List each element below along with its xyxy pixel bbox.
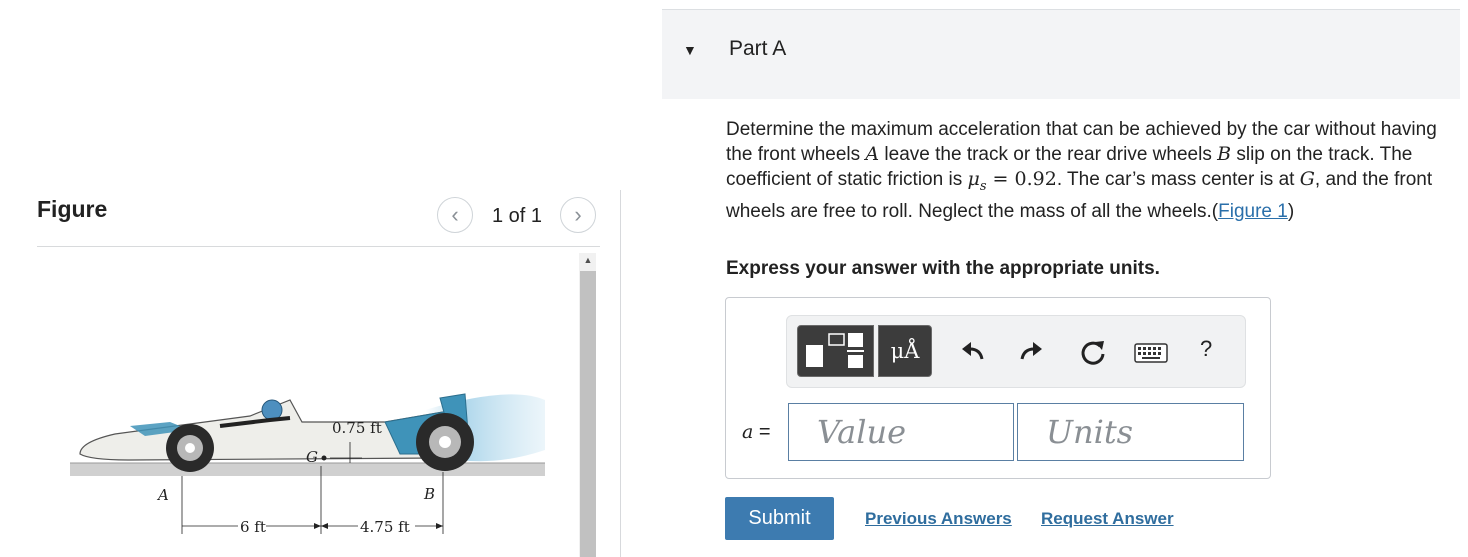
figure-title: Figure xyxy=(37,196,108,222)
previous-answers-link[interactable]: Previous Answers xyxy=(865,509,1012,529)
chevron-right-icon: › xyxy=(574,202,582,227)
redo-icon xyxy=(1020,342,1042,360)
keyboard-icon xyxy=(1134,343,1168,363)
request-answer-link[interactable]: Request Answer xyxy=(1041,509,1174,529)
rear-wheel xyxy=(416,413,474,471)
reset-button[interactable] xyxy=(1076,336,1110,370)
undo-icon xyxy=(962,342,984,360)
submit-button[interactable]: Submit xyxy=(725,497,834,540)
figure-divider xyxy=(37,246,600,247)
symbols-button[interactable]: μÅ xyxy=(878,325,932,377)
part-title: Part A xyxy=(729,37,787,60)
templates-button[interactable] xyxy=(797,325,874,377)
driver-helmet xyxy=(261,399,283,421)
panel-separator xyxy=(620,190,621,557)
figure-counter: 1 of 1 xyxy=(492,205,543,227)
reset-icon xyxy=(1081,341,1105,365)
front-wheel-label: A xyxy=(156,486,169,504)
units-input[interactable]: Units xyxy=(1017,403,1244,461)
undo-button[interactable] xyxy=(958,337,988,367)
collapse-triangle-icon[interactable]: ▼ xyxy=(683,42,697,58)
problem-statement: Determine the maximum acceleration that … xyxy=(726,119,1437,222)
next-figure-button[interactable]: › xyxy=(560,197,596,233)
value-input[interactable]: Value xyxy=(788,403,1014,461)
symbols-label: μÅ xyxy=(890,339,920,363)
dimension-right-label: 4.75 ft xyxy=(360,518,410,536)
mass-center-label: G xyxy=(306,448,318,466)
race-car-figure: 0.75 ft G A B 6 ft 4.75 ft xyxy=(70,393,545,536)
keyboard-button[interactable] xyxy=(1134,342,1168,364)
help-button[interactable]: ? xyxy=(1200,336,1212,362)
scroll-up-arrow-icon[interactable]: ▲ xyxy=(580,253,596,267)
mass-center-dot xyxy=(321,455,327,461)
templates-icon xyxy=(805,333,864,368)
prev-figure-button[interactable]: ‹ xyxy=(437,197,473,233)
dimension-left-label: 6 ft xyxy=(240,518,266,536)
figure-link[interactable]: Figure 1 xyxy=(1218,201,1288,222)
front-wheel xyxy=(166,424,214,472)
scrollbar-thumb[interactable] xyxy=(580,271,596,557)
rear-wheel-label: B xyxy=(423,485,435,503)
redo-button[interactable] xyxy=(1016,337,1046,367)
variable-label: a = xyxy=(742,421,771,443)
instruction-text: Express your answer with the appropriate… xyxy=(726,258,1160,279)
chevron-left-icon: ‹ xyxy=(451,202,459,227)
offset-label: 0.75 ft xyxy=(332,419,382,437)
